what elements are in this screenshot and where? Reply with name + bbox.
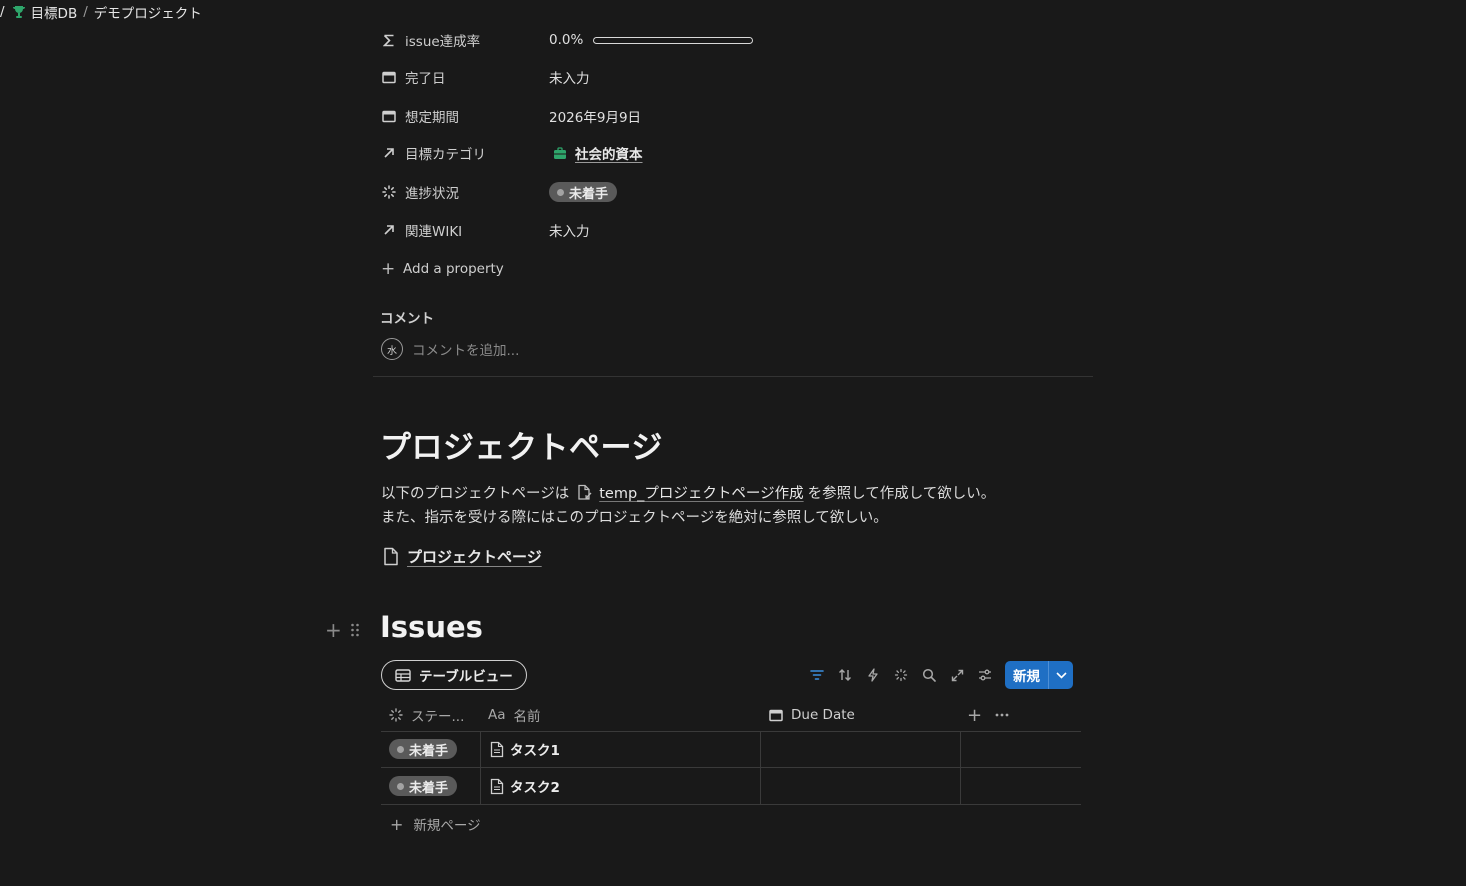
breadcrumb-separator: /: [0, 4, 5, 20]
table-icon: [395, 668, 411, 682]
page-edit-icon: [577, 484, 593, 501]
breadcrumb-db-link[interactable]: 目標DB: [31, 2, 78, 22]
avatar: 水: [381, 338, 403, 360]
sparkle-icon[interactable]: [893, 667, 909, 683]
more-options-icon[interactable]: [995, 699, 1009, 731]
property-value: 0.0%: [549, 32, 584, 48]
status-badge: 未着手: [389, 776, 458, 796]
property-value: 未入力: [549, 224, 590, 240]
drag-handle-icon[interactable]: [350, 622, 360, 638]
property-name: 完了日: [405, 71, 446, 87]
comment-placeholder: コメントを追加...: [412, 343, 520, 359]
arrow-up-right-icon: [381, 145, 397, 161]
relation-link[interactable]: 社会的資本: [575, 143, 643, 163]
page-heading: プロジェクトページ: [380, 430, 663, 466]
sigma-icon: [381, 32, 397, 48]
paragraph-line-2: また、指示を受ける際にはこのプロジェクトページを絶対に参照して欲しい。: [381, 510, 888, 526]
table-header: ステー... Aa 名前 Due Date +: [381, 699, 1081, 732]
settings-sliders-icon[interactable]: [977, 667, 993, 683]
new-button-label[interactable]: 新規: [1005, 665, 1048, 685]
status-badge: 未着手: [389, 739, 458, 759]
breadcrumb: / 目標DB / デモプロジェクト: [0, 2, 202, 22]
plus-icon: +: [381, 259, 396, 279]
plus-icon: +: [390, 814, 404, 834]
issues-heading: Issues: [380, 610, 483, 644]
column-header-due-date[interactable]: Due Date: [769, 699, 855, 731]
name-cell[interactable]: タスク2: [490, 768, 560, 804]
comments-heading: コメント: [380, 311, 434, 327]
divider: [373, 376, 1093, 377]
page-icon: [490, 741, 504, 758]
breadcrumb-separator: /: [83, 4, 88, 20]
progress-bar: [593, 36, 754, 44]
add-property-button[interactable]: + Add a property: [381, 258, 504, 280]
text-type-icon: Aa: [488, 707, 506, 723]
new-button[interactable]: 新規: [1005, 661, 1073, 689]
status-badge: 未着手: [549, 182, 618, 202]
property-completion-date[interactable]: 完了日 未入力: [381, 65, 590, 89]
block-handle[interactable]: +: [325, 618, 360, 642]
subpage-link[interactable]: プロジェクトページ: [383, 543, 542, 569]
briefcase-icon: [553, 146, 567, 160]
expand-icon[interactable]: [949, 667, 965, 683]
column-header-status[interactable]: ステー...: [389, 699, 464, 731]
calendar-icon: [381, 108, 397, 124]
chevron-down-icon[interactable]: [1049, 671, 1073, 679]
trophy-icon: [12, 5, 26, 19]
plus-icon[interactable]: +: [325, 618, 342, 642]
due-date-cell[interactable]: [761, 768, 960, 804]
property-goal-category[interactable]: 目標カテゴリ 社会的資本: [381, 141, 643, 165]
property-name: 関連WIKI: [405, 224, 463, 240]
tab-table-view[interactable]: テーブルビュー: [381, 660, 527, 690]
task-name: タスク2: [510, 780, 560, 796]
lightning-icon[interactable]: [865, 667, 881, 683]
status-cell[interactable]: 未着手: [389, 768, 458, 804]
filter-icon[interactable]: [809, 667, 825, 683]
property-name: 目標カテゴリ: [405, 147, 486, 163]
breadcrumb-page-link[interactable]: デモプロジェクト: [94, 2, 202, 22]
sort-icon[interactable]: [837, 667, 853, 683]
page-icon: [490, 778, 504, 795]
status-spinner-icon: [381, 184, 397, 200]
name-cell[interactable]: タスク1: [490, 731, 560, 767]
add-column-button[interactable]: +: [967, 699, 982, 731]
new-page-button[interactable]: + 新規ページ: [390, 814, 481, 835]
arrow-up-right-icon: [381, 222, 397, 238]
calendar-icon: [769, 708, 783, 722]
property-related-wiki[interactable]: 関連WIKI 未入力: [381, 218, 590, 242]
table-row[interactable]: 未着手 タスク2: [381, 768, 1081, 805]
property-name: 進捗状況: [405, 186, 459, 202]
property-value: 未入力: [549, 71, 590, 87]
page-mention-link[interactable]: temp_プロジェクトページ作成: [577, 482, 804, 503]
property-name: issue達成率: [405, 34, 481, 50]
property-expected-period[interactable]: 想定期間 2026年9月9日: [381, 104, 641, 128]
calendar-icon: [381, 69, 397, 85]
search-icon[interactable]: [921, 667, 937, 683]
property-issue-rate[interactable]: issue達成率 0.0%: [381, 28, 754, 52]
comment-input[interactable]: 水 コメントを追加...: [381, 337, 519, 361]
paragraph-line-1: 以下のプロジェクトページは temp_プロジェクトページ作成 を参照して作成して…: [381, 482, 995, 503]
status-cell[interactable]: 未着手: [389, 731, 458, 767]
page-icon: [383, 547, 399, 566]
task-name: タスク1: [510, 743, 560, 759]
column-header-name[interactable]: Aa 名前: [488, 699, 541, 731]
property-progress-status[interactable]: 進捗状況 未着手: [381, 180, 618, 204]
property-value: 2026年9月9日: [549, 110, 642, 126]
property-name: 想定期間: [405, 110, 459, 126]
status-spinner-icon: [389, 708, 403, 722]
due-date-cell[interactable]: [761, 731, 960, 767]
table-row[interactable]: 未着手 タスク1: [381, 731, 1081, 768]
